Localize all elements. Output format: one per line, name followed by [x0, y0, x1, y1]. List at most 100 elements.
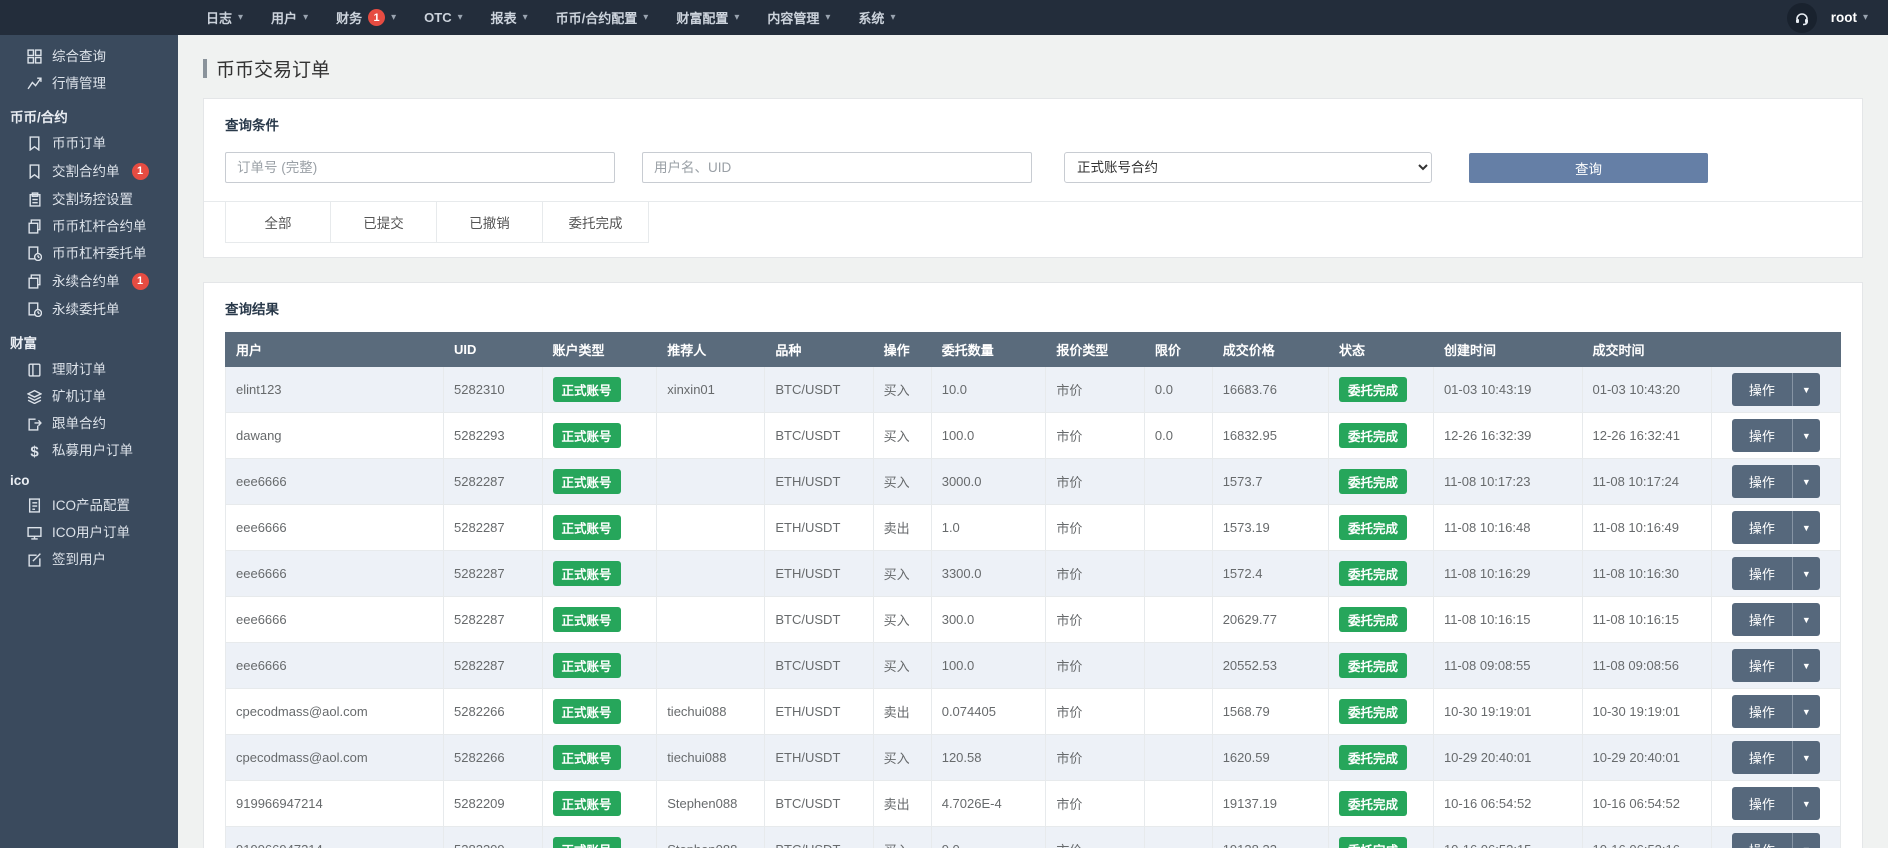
action-button[interactable]: 操作 [1732, 741, 1792, 774]
headset-icon [1794, 10, 1810, 26]
nav-item-6[interactable]: 币币/合约配置▾ [542, 0, 663, 35]
action-button-group: 操作▼ [1732, 695, 1820, 728]
action-dropdown-button[interactable]: ▼ [1792, 373, 1820, 406]
action-button[interactable]: 操作 [1732, 833, 1792, 848]
sidebar-item-6[interactable]: 交割场控设置 [0, 186, 178, 213]
cell-limit-price [1144, 781, 1212, 827]
nav-item-label: 币币/合约配置 [556, 8, 638, 27]
action-dropdown-button[interactable]: ▼ [1792, 649, 1820, 682]
tab-1[interactable]: 全部 [225, 202, 331, 242]
cell-user: eee6666 [226, 459, 444, 505]
table-row: cpecodmass@aol.com5282266正式账号tiechui088E… [226, 735, 1841, 781]
sidebar-item-2[interactable]: 行情管理 [0, 70, 178, 97]
column-header: 操作 [873, 333, 931, 367]
orders-table: 用户UID账户类型推荐人品种操作委托数量报价类型限价成交价格状态创建时间成交时间… [225, 332, 1841, 848]
sidebar-item-4[interactable]: 币币订单 [0, 130, 178, 157]
action-button[interactable]: 操作 [1732, 419, 1792, 452]
action-dropdown-button[interactable]: ▼ [1792, 695, 1820, 728]
sidebar-item-label: 理财订单 [52, 362, 106, 377]
sidebar-item-12[interactable]: 理财订单 [0, 356, 178, 383]
nav-item-3[interactable]: 财务1▾ [322, 0, 410, 35]
action-button[interactable]: 操作 [1732, 465, 1792, 498]
account-type-select[interactable]: 正式账号合约 [1064, 152, 1432, 183]
table-row: eee66665282287正式账号BTC/USDT买入100.0市价20552… [226, 643, 1841, 689]
chevron-down-icon: ▼ [1802, 431, 1811, 441]
cell-deal-time: 10-16 06:54:52 [1582, 781, 1711, 827]
column-header: 状态 [1328, 333, 1433, 367]
action-button[interactable]: 操作 [1732, 787, 1792, 820]
cell-limit-price [1144, 551, 1212, 597]
cell-deal-time: 11-08 10:16:15 [1582, 597, 1711, 643]
cell-deal-time: 10-29 20:40:01 [1582, 735, 1711, 781]
action-dropdown-button[interactable]: ▼ [1792, 833, 1820, 848]
sidebar-item-17[interactable]: ICO产品配置 [0, 492, 178, 519]
action-dropdown-button[interactable]: ▼ [1792, 557, 1820, 590]
cell-limit-price [1144, 505, 1212, 551]
cell-account-type: 正式账号 [542, 597, 657, 643]
cell-amount: 300.0 [931, 597, 1046, 643]
sidebar-item-9[interactable]: 永续合约单1 [0, 267, 178, 296]
sidebar-item-8[interactable]: 币币杠杆委托单 [0, 240, 178, 267]
sidebar-item-label: 综合查询 [52, 49, 106, 64]
nav-item-label: 财富配置 [676, 8, 728, 27]
tab-4[interactable]: 委托完成 [543, 202, 649, 242]
sidebar-item-18[interactable]: ICO用户订单 [0, 519, 178, 546]
table-row: cpecodmass@aol.com5282266正式账号tiechui088E… [226, 689, 1841, 735]
table-row: 9199669472145282209正式账号Stephen088BTC/USD… [226, 781, 1841, 827]
nav-item-4[interactable]: OTC▾ [410, 0, 476, 35]
cell-limit-price [1144, 735, 1212, 781]
cell-price-type: 市价 [1046, 367, 1145, 413]
cell-actions: 操作▼ [1711, 367, 1840, 413]
tab-3[interactable]: 已撤销 [437, 202, 543, 242]
sidebar-item-14[interactable]: 跟单合约 [0, 410, 178, 437]
sidebar-item-7[interactable]: 币币杠杆合约单 [0, 213, 178, 240]
sidebar-item-label: 私募用户订单 [52, 443, 133, 458]
grid-icon [27, 49, 42, 64]
user-menu[interactable]: root ▾ [1831, 10, 1868, 25]
support-button[interactable] [1787, 3, 1817, 33]
file-edit-icon [27, 498, 42, 513]
tab-2[interactable]: 已提交 [331, 202, 437, 242]
action-button[interactable]: 操作 [1732, 695, 1792, 728]
cell-status: 委托完成 [1328, 827, 1433, 848]
sidebar-item-1[interactable]: 综合查询 [0, 43, 178, 70]
action-button-group: 操作▼ [1732, 649, 1820, 682]
account-type-badge: 正式账号 [553, 423, 621, 448]
export-icon [27, 416, 42, 431]
sidebar-item-13[interactable]: 矿机订单 [0, 383, 178, 410]
nav-item-8[interactable]: 内容管理▾ [753, 0, 844, 35]
order-id-input[interactable] [225, 152, 615, 183]
nav-item-7[interactable]: 财富配置 ▾ [662, 0, 753, 35]
chevron-down-icon: ▼ [1802, 845, 1811, 848]
user-uid-input[interactable] [642, 152, 1032, 183]
nav-item-5[interactable]: 报表▾ [477, 0, 542, 35]
sidebar-item-5[interactable]: 交割合约单1 [0, 157, 178, 186]
cell-status: 委托完成 [1328, 689, 1433, 735]
action-dropdown-button[interactable]: ▼ [1792, 603, 1820, 636]
action-dropdown-button[interactable]: ▼ [1792, 465, 1820, 498]
action-button[interactable]: 操作 [1732, 511, 1792, 544]
action-dropdown-button[interactable]: ▼ [1792, 419, 1820, 452]
action-button[interactable]: 操作 [1732, 557, 1792, 590]
nav-item-1[interactable]: 日志▾ [192, 0, 257, 35]
sidebar-item-10[interactable]: 永续委托单 [0, 296, 178, 323]
action-dropdown-button[interactable]: ▼ [1792, 511, 1820, 544]
chevron-down-icon: ▾ [734, 12, 739, 23]
action-button[interactable]: 操作 [1732, 603, 1792, 636]
action-dropdown-button[interactable]: ▼ [1792, 787, 1820, 820]
nav-item-2[interactable]: 用户▾ [257, 0, 322, 35]
nav-item-9[interactable]: 系统▾ [844, 0, 909, 35]
sidebar-item-label: 币币杠杆委托单 [52, 246, 147, 261]
cell-deal-price: 1568.79 [1212, 689, 1328, 735]
action-dropdown-button[interactable]: ▼ [1792, 741, 1820, 774]
sidebar-item-19[interactable]: 签到用户 [0, 546, 178, 573]
action-button[interactable]: 操作 [1732, 649, 1792, 682]
column-header: 品种 [765, 333, 873, 367]
query-conditions-title: 查询条件 [204, 99, 1862, 142]
search-button[interactable]: 查询 [1469, 153, 1708, 183]
action-button[interactable]: 操作 [1732, 373, 1792, 406]
cell-side: 买入 [873, 643, 931, 689]
sidebar-item-label: 行情管理 [52, 76, 106, 91]
status-tabs: 全部已提交已撤销委托完成 [225, 202, 649, 243]
sidebar-item-15[interactable]: $私募用户订单 [0, 437, 178, 464]
